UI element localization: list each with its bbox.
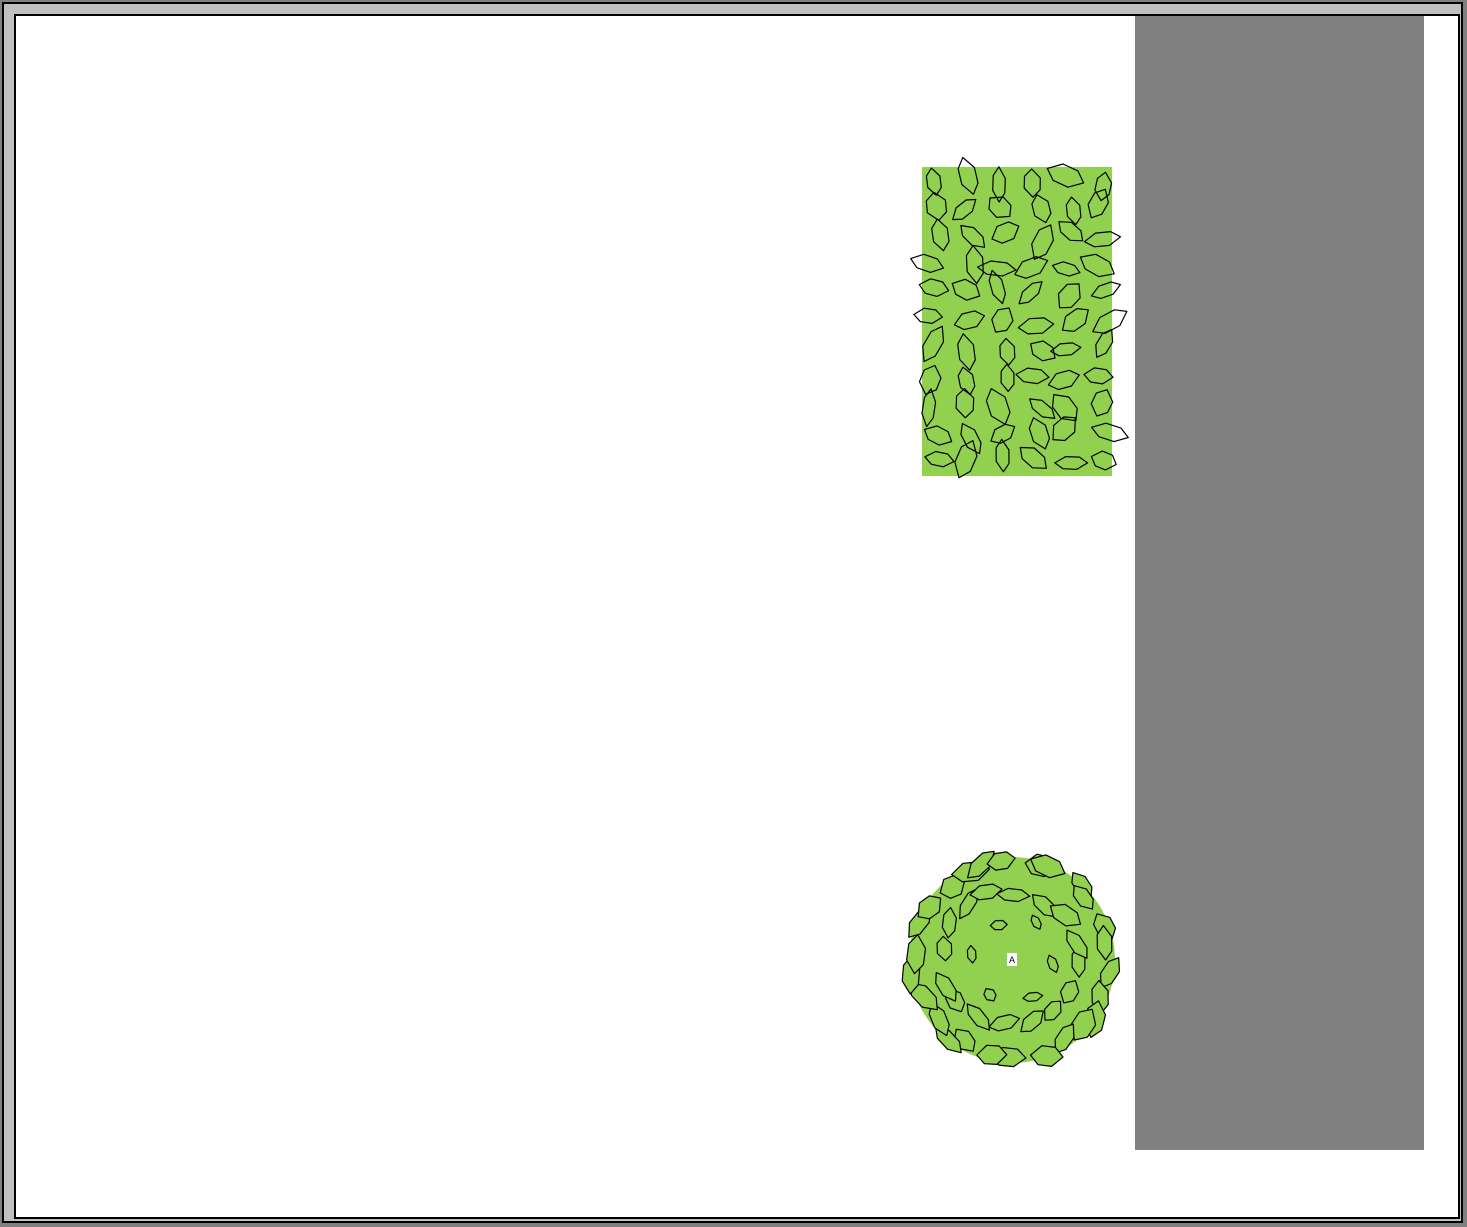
- shrub-label: A: [1009, 955, 1015, 965]
- hedge-planting-symbol[interactable]: [910, 156, 1129, 479]
- hedge-fill: [922, 167, 1112, 476]
- side-panel: [1135, 16, 1424, 1150]
- window-border: A: [2, 2, 1463, 1223]
- drawing-canvas[interactable]: A: [14, 14, 1460, 1219]
- shrub-symbol[interactable]: A: [894, 842, 1130, 1078]
- app-frame: A: [0, 0, 1467, 1227]
